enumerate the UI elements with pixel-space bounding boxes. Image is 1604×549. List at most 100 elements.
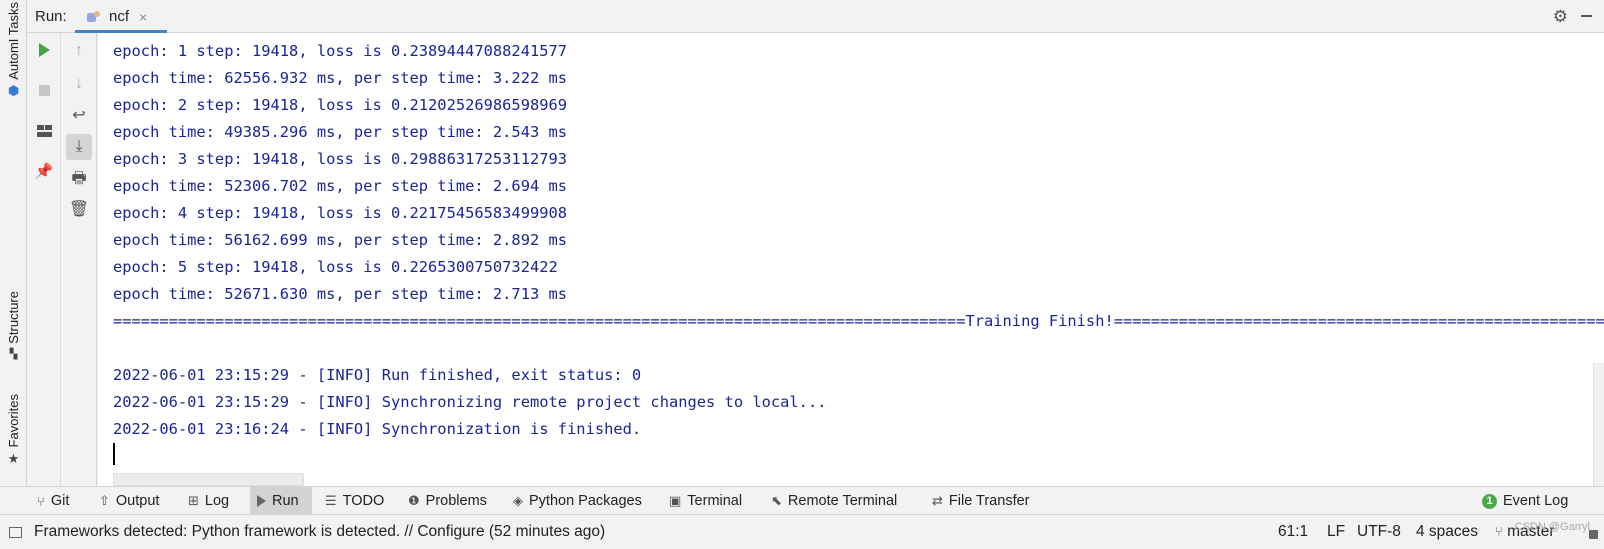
gear-icon[interactable]: ⚙ bbox=[1553, 7, 1568, 27]
tab-python-packages-label: Python Packages bbox=[529, 493, 642, 509]
tab-git-label: Git bbox=[50, 493, 70, 509]
favorites-tab[interactable]: Favorites ★ bbox=[0, 394, 27, 466]
minimize-icon[interactable] bbox=[1581, 15, 1592, 17]
tab-remote-terminal[interactable]: ⬉ Remote Terminal bbox=[764, 487, 904, 515]
console-output[interactable]: epoch: 1 step: 19418, loss is 0.23894447… bbox=[98, 33, 1604, 486]
trash-icon: 🗑 bbox=[68, 201, 90, 218]
print-button[interactable]: 🖶 bbox=[66, 166, 92, 192]
bottom-tool-tabs: ⑂ Git ⇧ Output ⊞ Log Run ☰ TODO ❶ Proble… bbox=[0, 486, 1604, 515]
soft-wrap-button[interactable]: ↩ bbox=[66, 103, 92, 129]
console-line: epoch: 3 step: 19418, loss is 0.29886317… bbox=[113, 150, 568, 168]
console-line: epoch time: 62556.932 ms, per step time:… bbox=[113, 69, 568, 87]
file-transfer-icon: ⇄ bbox=[932, 493, 943, 508]
printer-icon: 🖶 bbox=[71, 170, 87, 187]
tab-file-transfer-label: File Transfer bbox=[948, 493, 1030, 509]
star-icon: ★ bbox=[7, 451, 20, 467]
tab-git[interactable]: ⑂ Git bbox=[30, 487, 76, 515]
close-icon[interactable]: × bbox=[139, 9, 147, 25]
arrow-up-icon: ↑ bbox=[75, 42, 83, 59]
tab-run-label: Run bbox=[272, 493, 299, 509]
scroll-to-end-icon: ⤓ bbox=[75, 138, 83, 155]
play-icon bbox=[38, 43, 50, 57]
toggle-tool-windows-icon[interactable] bbox=[9, 527, 22, 538]
watermark: CSDN @Garryl bbox=[1514, 521, 1590, 533]
tab-problems[interactable]: ❶ Problems bbox=[401, 487, 494, 515]
event-log-badge: 1 bbox=[1482, 493, 1497, 509]
python-run-config-icon bbox=[87, 10, 103, 23]
arrow-down-icon: ↓ bbox=[75, 75, 83, 92]
rerun-button[interactable] bbox=[31, 37, 57, 63]
upload-icon: ⇧ bbox=[99, 493, 110, 508]
up-stack-button[interactable]: ↑ bbox=[66, 38, 92, 64]
automl-tasks-label: AutomI Tasks bbox=[6, 2, 21, 80]
tab-file-transfer[interactable]: ⇄ File Transfer bbox=[925, 487, 1037, 515]
tab-output[interactable]: ⇧ Output bbox=[92, 487, 166, 515]
console-line: epoch time: 56162.699 ms, per step time:… bbox=[113, 231, 568, 249]
tab-output-label: Output bbox=[115, 493, 160, 509]
console-line: epoch time: 49385.296 ms, per step time:… bbox=[113, 123, 568, 141]
automl-icon: ⬢ bbox=[7, 82, 20, 98]
run-tab-name: ncf bbox=[109, 8, 130, 25]
tab-event-log-label: Event Log bbox=[1503, 493, 1569, 509]
run-tool-header: Run: ncf × ⚙ bbox=[27, 0, 1604, 33]
caret-position[interactable]: 61:1 bbox=[1278, 523, 1308, 541]
lock-icon[interactable] bbox=[1589, 530, 1598, 539]
run-icon bbox=[257, 495, 266, 507]
pin-tab-button[interactable]: 📌 bbox=[31, 158, 57, 184]
console-line: epoch time: 52671.630 ms, per step time:… bbox=[113, 285, 568, 303]
console-line: 2022-06-01 23:15:29 - [INFO] Synchronizi… bbox=[113, 393, 827, 411]
warning-circle-icon: ❶ bbox=[408, 493, 420, 508]
soft-wrap-icon: ↩ bbox=[72, 107, 86, 124]
tab-python-packages[interactable]: ◈ Python Packages bbox=[506, 487, 649, 515]
console-line: 2022-06-01 23:16:24 - [INFO] Synchroniza… bbox=[113, 420, 642, 438]
console-line: epoch: 4 step: 19418, loss is 0.22175456… bbox=[113, 204, 568, 222]
stop-button[interactable] bbox=[31, 77, 57, 103]
console-line: epoch: 1 step: 19418, loss is 0.23894447… bbox=[113, 42, 568, 60]
scroll-to-end-button[interactable]: ⤓ bbox=[66, 134, 92, 160]
tab-terminal[interactable]: ▣ Terminal bbox=[662, 487, 749, 515]
tab-remote-terminal-label: Remote Terminal bbox=[787, 493, 898, 509]
run-label: Run: bbox=[35, 8, 67, 25]
tab-log[interactable]: ⊞ Log bbox=[181, 487, 236, 515]
text-caret bbox=[113, 443, 115, 465]
tab-terminal-label: Terminal bbox=[687, 493, 743, 509]
structure-tab[interactable]: Structure ▚ bbox=[0, 291, 27, 362]
layers-icon: ◈ bbox=[513, 493, 523, 508]
left-tool-strip: AutomI Tasks ⬢ Structure ▚ Favorites ★ bbox=[0, 0, 27, 497]
terminal-icon: ▣ bbox=[669, 493, 682, 508]
tab-event-log[interactable]: 1 Event Log bbox=[1475, 487, 1575, 515]
structure-icon: ▚ bbox=[9, 348, 18, 360]
file-encoding[interactable]: UTF-8 bbox=[1357, 523, 1401, 541]
tab-todo[interactable]: ☰ TODO bbox=[318, 487, 391, 515]
run-toolbar-primary: 📌 bbox=[27, 33, 61, 486]
status-message[interactable]: Frameworks detected: Python framework is… bbox=[34, 523, 605, 541]
vertical-scrollbar[interactable] bbox=[1593, 363, 1604, 486]
tab-problems-label: Problems bbox=[425, 493, 487, 509]
line-separator[interactable]: LF bbox=[1327, 523, 1345, 541]
list-icon: ☰ bbox=[325, 493, 337, 508]
run-tab-ncf[interactable]: ncf × bbox=[75, 0, 167, 33]
tab-log-label: Log bbox=[204, 493, 230, 509]
stop-icon bbox=[38, 84, 50, 96]
git-branch-icon: ⑂ bbox=[37, 493, 45, 509]
layout-button[interactable] bbox=[31, 118, 57, 144]
clear-all-button[interactable]: 🗑 bbox=[66, 197, 92, 223]
tab-run[interactable]: Run bbox=[250, 487, 312, 515]
pin-icon: 📌 bbox=[34, 163, 54, 180]
layout-icon bbox=[36, 125, 52, 137]
console-line: epoch time: 52306.702 ms, per step time:… bbox=[113, 177, 568, 195]
structure-label: Structure bbox=[6, 291, 21, 344]
favorites-label: Favorites bbox=[6, 394, 21, 448]
training-finish-line: ========================================… bbox=[113, 312, 1604, 330]
indent-setting[interactable]: 4 spaces bbox=[1416, 523, 1478, 541]
horizontal-scrollbar[interactable] bbox=[113, 473, 304, 486]
tab-todo-label: TODO bbox=[342, 493, 385, 509]
run-toolbar-secondary: ↑ ↓ ↩ ⤓ 🖶 🗑 bbox=[61, 33, 97, 486]
console-line: epoch: 2 step: 19418, loss is 0.21202526… bbox=[113, 96, 568, 114]
plus-box-icon: ⊞ bbox=[188, 493, 199, 508]
automl-tasks-tab[interactable]: AutomI Tasks ⬢ bbox=[0, 2, 27, 98]
git-branch-icon: ⑂ bbox=[1495, 524, 1503, 539]
remote-terminal-icon: ⬉ bbox=[771, 493, 782, 508]
down-stack-button[interactable]: ↓ bbox=[66, 71, 92, 97]
console-line: 2022-06-01 23:15:29 - [INFO] Run finishe… bbox=[113, 366, 642, 384]
